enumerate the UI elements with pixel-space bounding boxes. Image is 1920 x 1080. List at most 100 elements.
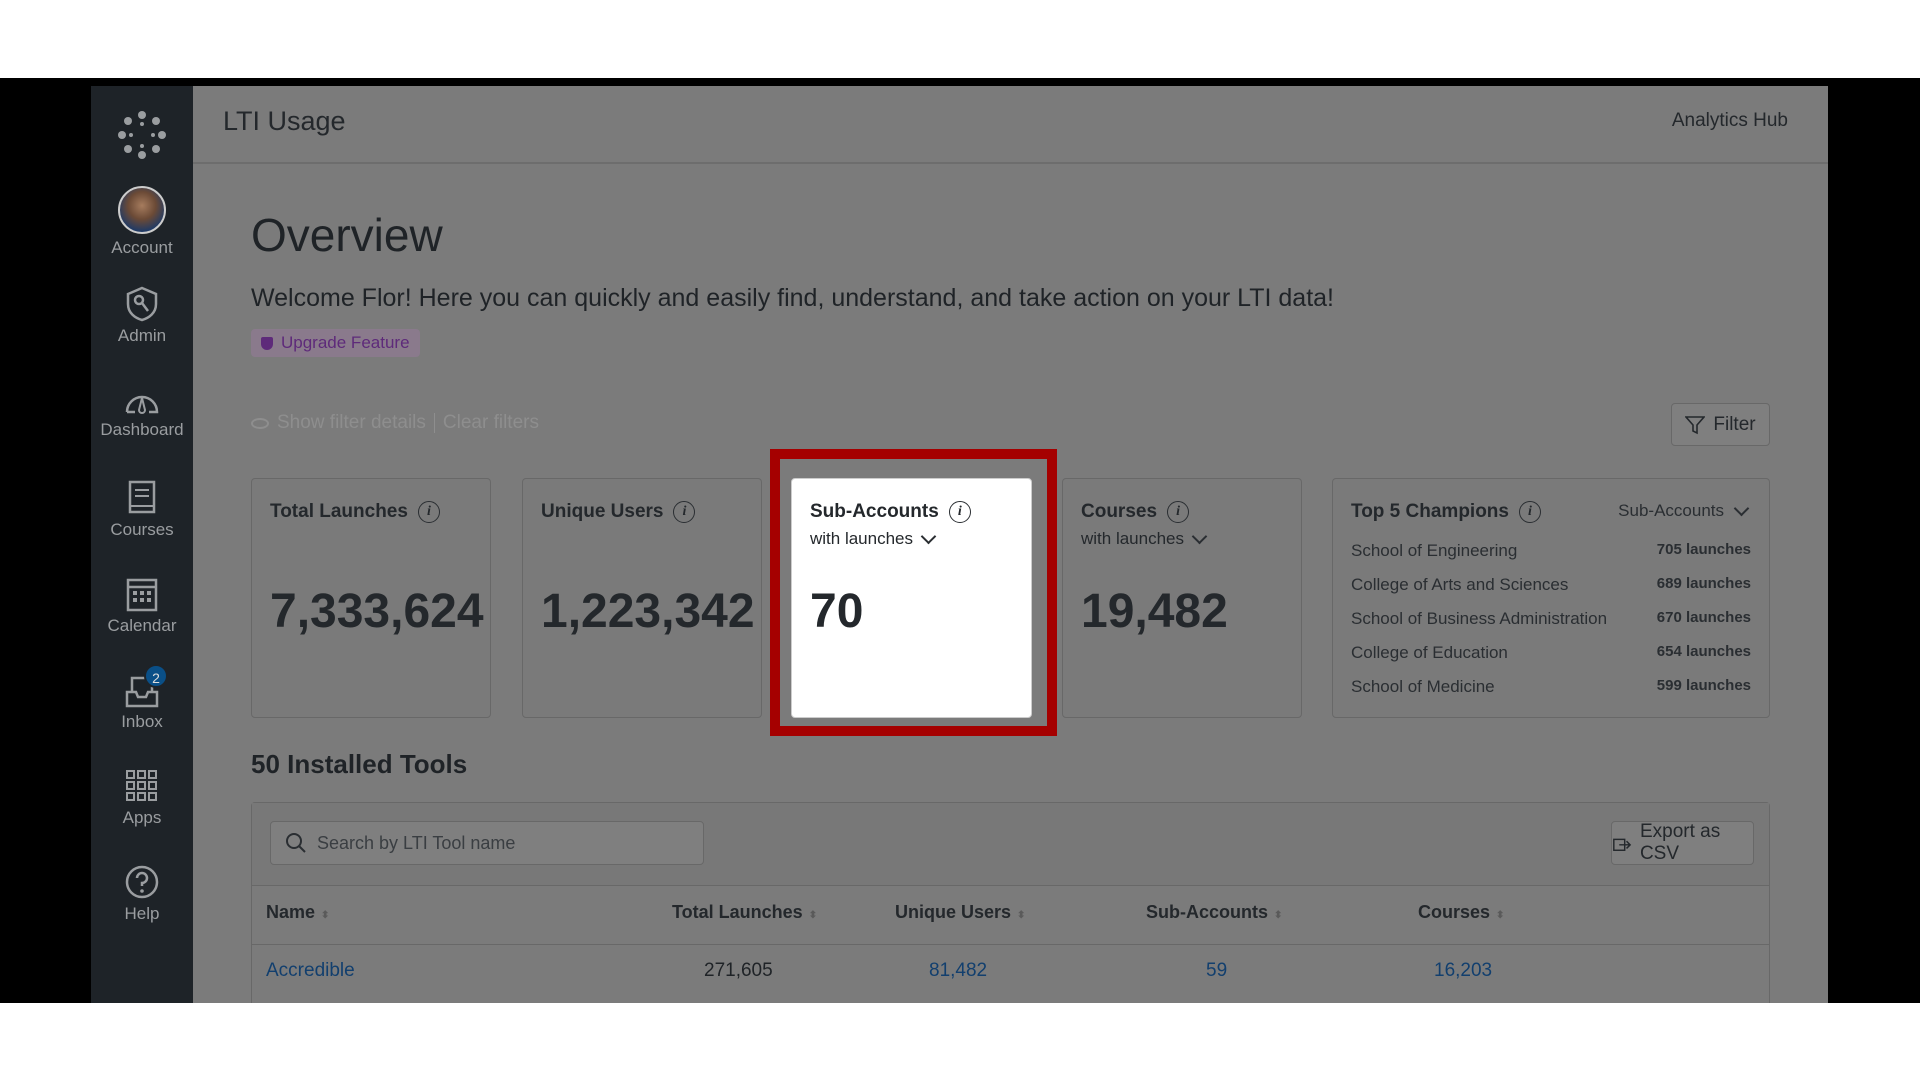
help-icon xyxy=(125,865,159,899)
filter-button[interactable]: Filter xyxy=(1671,403,1770,446)
nav-help[interactable]: Help xyxy=(91,864,193,924)
nav-label: Dashboard xyxy=(100,420,184,439)
info-icon[interactable]: i xyxy=(1167,501,1190,523)
eye-icon xyxy=(251,417,269,429)
champion-launches: 654 launches xyxy=(1656,643,1751,660)
champions-type-dropdown[interactable]: Sub-Accounts xyxy=(1618,500,1750,521)
card-title: Total Launches xyxy=(270,501,408,522)
canvas-logo[interactable] xyxy=(91,110,193,164)
search-input[interactable]: Search by LTI Tool name xyxy=(270,821,704,865)
global-nav: Account Admin Dashboard Courses Calendar… xyxy=(91,86,193,1003)
tools-table: Search by LTI Tool name Export as CSV Na… xyxy=(251,802,1770,1003)
info-icon[interactable]: i xyxy=(417,501,440,523)
overview-title: Overview xyxy=(251,209,443,261)
avatar xyxy=(118,186,166,234)
card-value: 1,223,342 xyxy=(541,585,755,638)
champion-row: School of Engineering 705 launches xyxy=(1351,541,1751,561)
nav-label: Apps xyxy=(122,808,162,827)
header-divider xyxy=(252,944,1769,945)
total-launches-card: Total Launches i 7,333,624 xyxy=(251,478,491,718)
champion-row: School of Business Administration 670 lau… xyxy=(1351,609,1751,629)
champion-row: School of Medicine 599 launches xyxy=(1351,677,1751,697)
filter-icon xyxy=(1685,415,1706,434)
nav-inbox[interactable]: Inbox 2 xyxy=(91,664,193,732)
page-header: LTI Usage Analytics Hub xyxy=(193,86,1828,164)
champion-name: School of Business Administration xyxy=(1351,609,1608,628)
nav-label: Help xyxy=(124,904,160,923)
column-label: Courses xyxy=(1418,902,1491,922)
info-icon[interactable]: i xyxy=(1518,501,1541,523)
export-button-label: Export as CSV xyxy=(1639,821,1721,864)
divider xyxy=(433,413,435,433)
canvas-logo-icon xyxy=(118,111,166,159)
dashboard-icon xyxy=(125,395,159,414)
chevron-down-icon xyxy=(920,528,937,544)
upgrade-badge-label: Upgrade Feature xyxy=(281,333,410,352)
nav-label: Inbox xyxy=(121,712,163,731)
courses-card: Courses i with launches 19,482 xyxy=(1062,478,1302,718)
column-label: Unique Users xyxy=(895,902,1012,922)
card-title: Top 5 Champions xyxy=(1351,501,1509,522)
apps-icon xyxy=(126,770,157,801)
courses-metric-dropdown[interactable]: with launches xyxy=(1081,528,1208,549)
sub-accounts-card: Sub-Accounts i with launches 70 xyxy=(791,478,1032,718)
card-title: Courses xyxy=(1081,501,1158,522)
nav-label: Account xyxy=(111,238,173,257)
column-label: Total Launches xyxy=(672,902,803,922)
champion-name: School of Medicine xyxy=(1351,677,1495,696)
card-title: Unique Users xyxy=(541,501,664,522)
dropdown-value: Sub-Accounts xyxy=(1618,501,1724,520)
info-icon[interactable]: i xyxy=(673,501,696,523)
sort-icon: ⬍ xyxy=(808,910,818,921)
card-value: 70 xyxy=(810,585,864,638)
unique-users-card: Unique Users i 1,223,342 xyxy=(522,478,762,718)
card-title: Sub-Accounts xyxy=(810,501,939,522)
chevron-down-icon xyxy=(1733,500,1750,516)
card-value: 19,482 xyxy=(1081,585,1228,638)
sub-accounts-metric-dropdown[interactable]: with launches xyxy=(810,528,937,549)
card-value: 7,333,624 xyxy=(270,585,484,638)
export-csv-button[interactable]: Export as CSV xyxy=(1611,821,1754,865)
export-icon xyxy=(1613,838,1632,851)
nav-label: Admin xyxy=(117,326,167,345)
welcome-text: Welcome Flor! Here you can quickly and e… xyxy=(251,284,1334,312)
upgrade-feature-badge[interactable]: Upgrade Feature xyxy=(251,329,420,357)
show-filter-details-link[interactable]: Show filter details xyxy=(277,412,426,434)
champion-launches: 670 launches xyxy=(1656,609,1751,626)
courses-link[interactable]: 16,203 xyxy=(1434,960,1492,982)
sort-icon: ⬍ xyxy=(1496,910,1505,921)
nav-apps[interactable]: Apps xyxy=(91,768,193,828)
sort-icon: ⬍ xyxy=(1274,910,1283,921)
column-header-total-launches[interactable]: Total Launches ⬍ xyxy=(672,902,817,923)
courses-icon xyxy=(128,480,156,514)
column-header-unique-users[interactable]: Unique Users ⬍ xyxy=(895,902,1025,923)
nav-label: Courses xyxy=(110,520,174,539)
filter-links: Show filter details Clear filters xyxy=(251,412,539,434)
info-icon[interactable]: i xyxy=(948,501,971,523)
champion-row: College of Education 654 launches xyxy=(1351,643,1751,663)
sort-icon: ⬍ xyxy=(321,910,330,921)
champion-launches: 599 launches xyxy=(1656,677,1751,694)
nav-admin[interactable]: Admin xyxy=(91,286,193,346)
inbox-unread-badge: 2 xyxy=(144,664,168,688)
nav-label: Calendar xyxy=(107,616,177,635)
search-icon xyxy=(286,833,306,853)
nav-account[interactable]: Account xyxy=(91,186,193,258)
champion-name: School of Engineering xyxy=(1351,541,1518,560)
tool-name-link[interactable]: Accredible xyxy=(266,960,355,982)
column-header-name[interactable]: Name ⬍ xyxy=(266,902,329,923)
shield-icon xyxy=(261,336,273,350)
search-placeholder: Search by LTI Tool name xyxy=(317,832,516,853)
card-subtitle: with launches xyxy=(810,529,914,548)
unique-users-link[interactable]: 81,482 xyxy=(929,960,987,982)
analytics-hub-link[interactable]: Analytics Hub xyxy=(1672,110,1788,132)
column-header-courses[interactable]: Courses ⬍ xyxy=(1418,902,1504,923)
clear-filters-link[interactable]: Clear filters xyxy=(443,412,539,434)
total-launches-value: 271,605 xyxy=(704,960,773,981)
nav-dashboard[interactable]: Dashboard xyxy=(91,386,193,440)
nav-calendar[interactable]: Calendar xyxy=(91,576,193,636)
sub-accounts-link[interactable]: 59 xyxy=(1206,960,1227,982)
nav-courses[interactable]: Courses xyxy=(91,480,193,540)
column-label: Sub-Accounts xyxy=(1146,902,1269,922)
column-header-sub-accounts[interactable]: Sub-Accounts ⬍ xyxy=(1146,902,1282,923)
